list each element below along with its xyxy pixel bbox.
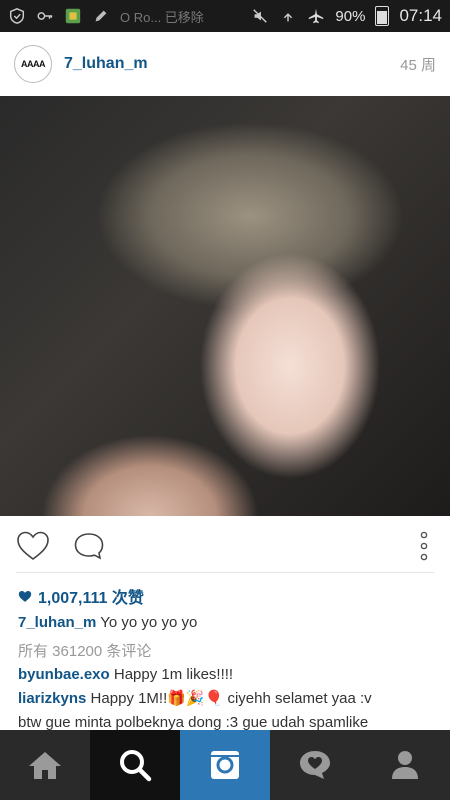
comment-text: btw gue minta polbeknya dong :3 gue udah… bbox=[18, 714, 369, 731]
post-photo[interactable] bbox=[0, 96, 450, 516]
post-username[interactable]: 7_luhan_m bbox=[64, 55, 400, 73]
heart-outline-icon bbox=[17, 531, 49, 560]
caption-username[interactable]: 7_luhan_m bbox=[18, 614, 96, 631]
shield-check-icon bbox=[9, 8, 25, 24]
post-actions bbox=[0, 520, 450, 572]
status-faded-text: O Ro... 已移除 bbox=[120, 9, 204, 25]
nav-profile[interactable] bbox=[360, 730, 450, 800]
app-notification-icon bbox=[65, 8, 81, 24]
signal-icon bbox=[284, 13, 293, 22]
comment-item: byunbae.exo Happy 1m likes!!!! bbox=[18, 665, 434, 685]
caption: 7_luhan_m Yo yo yo yo yo bbox=[18, 613, 434, 633]
vertical-dots-icon bbox=[420, 531, 428, 561]
clock: 07:14 bbox=[399, 6, 442, 25]
bottom-nav bbox=[0, 730, 450, 800]
comment-text: Happy 1M!!🎁🎉🎈 ciyehh selamet yaa :v bbox=[90, 690, 372, 707]
activity-heart-icon bbox=[300, 751, 330, 779]
action-divider bbox=[16, 572, 434, 573]
comment-bubble-icon bbox=[74, 533, 104, 560]
home-icon bbox=[29, 752, 61, 779]
comment-username[interactable]: byunbae.exo bbox=[18, 666, 110, 683]
nav-activity[interactable] bbox=[270, 730, 360, 800]
nav-camera[interactable] bbox=[180, 730, 270, 800]
likes-count[interactable]: 1,007,111 次赞 bbox=[18, 584, 144, 608]
more-options-button[interactable] bbox=[414, 529, 434, 563]
nav-home[interactable] bbox=[0, 730, 90, 800]
airplane-mode-icon bbox=[309, 8, 324, 24]
status-bar: O Ro... 已移除 90% 07:14 bbox=[0, 0, 450, 32]
caption-text: Yo yo yo yo yo bbox=[100, 614, 198, 631]
comment-item: liarizkyns Happy 1M!!🎁🎉🎈 ciyehh selamet … bbox=[18, 689, 434, 709]
profile-icon bbox=[392, 751, 418, 779]
small-heart-icon bbox=[18, 590, 32, 602]
comment-username[interactable]: liarizkyns bbox=[18, 690, 86, 707]
battery-percent: 90% bbox=[335, 7, 366, 25]
comment-button[interactable] bbox=[72, 529, 106, 563]
view-all-comments-link[interactable]: 所有 361200 条评论 bbox=[18, 640, 151, 661]
post-header: AAAA 7_luhan_m 45 周 bbox=[0, 32, 450, 96]
like-button[interactable] bbox=[16, 529, 50, 563]
comment-text: Happy 1m likes!!!! bbox=[113, 666, 234, 683]
avatar[interactable]: AAAA bbox=[14, 45, 52, 83]
key-icon bbox=[37, 12, 53, 20]
mute-icon bbox=[253, 9, 268, 23]
post-age: 45 周 bbox=[400, 56, 436, 74]
avatar-logo-text: AAAA bbox=[21, 59, 46, 69]
pencil-icon bbox=[95, 10, 107, 22]
nav-search[interactable] bbox=[90, 730, 180, 800]
likes-text: 1,007,111 次赞 bbox=[38, 590, 144, 607]
camera-icon bbox=[211, 751, 239, 779]
battery-icon bbox=[375, 6, 390, 26]
search-icon bbox=[120, 750, 152, 782]
